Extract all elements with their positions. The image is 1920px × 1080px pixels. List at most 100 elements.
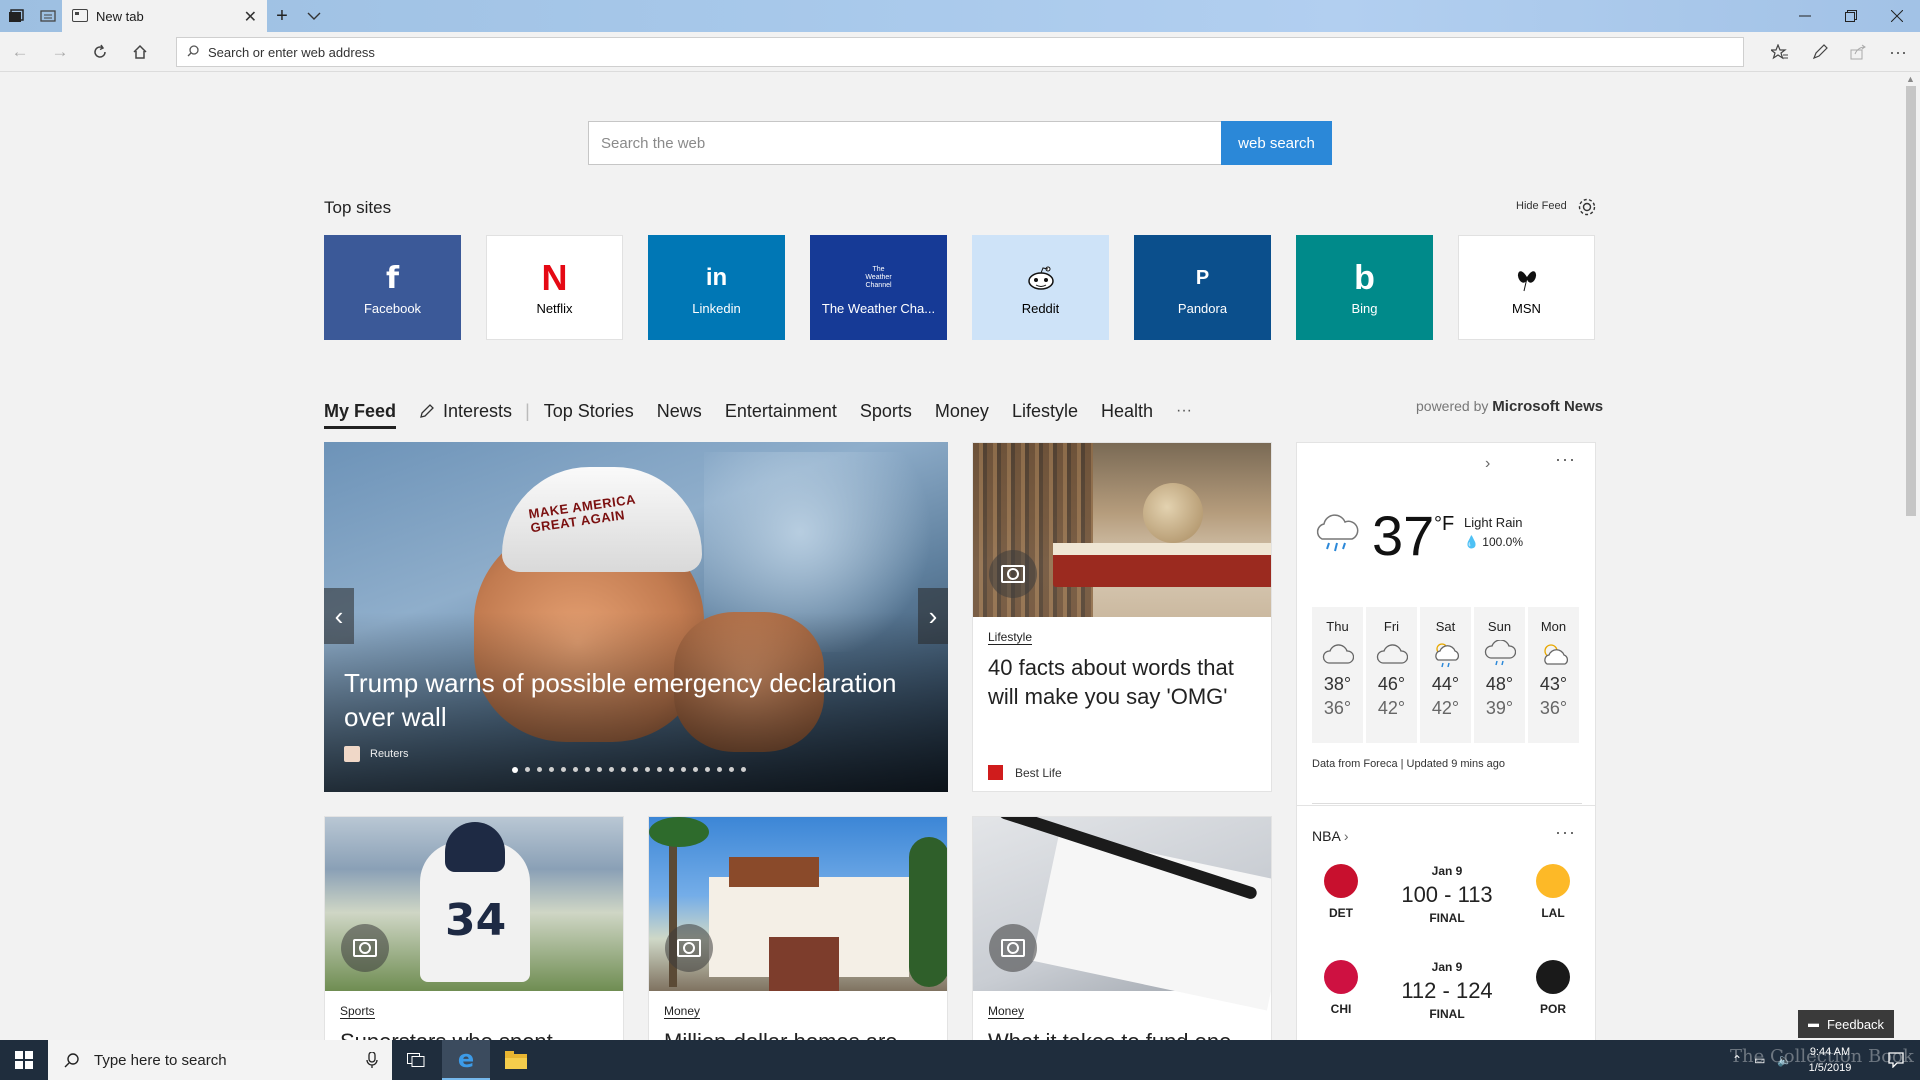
top-site-tile-msn[interactable]: MSN: [1458, 235, 1595, 340]
forecast-day-sat[interactable]: Sat 44° 42°: [1420, 607, 1471, 743]
forecast-day-mon[interactable]: Mon 43° 36°: [1528, 607, 1579, 743]
carousel-dot[interactable]: [645, 767, 650, 772]
article-card[interactable]: Money Million-dollar homes are...: [648, 816, 948, 1040]
feed-tab-money[interactable]: Money: [935, 401, 989, 422]
nba-scores-card[interactable]: NBA › ··· DET Jan 9 100 - 113 FINAL LAL CHI Ja…: [1296, 806, 1596, 1046]
feed-tab-entertainment[interactable]: Entertainment: [725, 401, 837, 422]
carousel-dot[interactable]: [585, 767, 590, 772]
carousel-dot[interactable]: [693, 767, 698, 772]
carousel-dot[interactable]: [525, 767, 530, 772]
article-title[interactable]: Million-dollar homes are...: [664, 1027, 934, 1040]
carousel-dot[interactable]: [609, 767, 614, 772]
microphone-icon[interactable]: [366, 1052, 378, 1068]
feed-tab-lifestyle[interactable]: Lifestyle: [1012, 401, 1078, 422]
carousel-dot[interactable]: [669, 767, 674, 772]
share-icon[interactable]: [1846, 40, 1870, 64]
feed-tab-more[interactable]: ···: [1176, 402, 1192, 420]
top-site-tile-the[interactable]: The Weather Channel The Weather Cha...: [810, 235, 947, 340]
article-title[interactable]: What it takes to fund one...: [988, 1027, 1258, 1040]
top-site-tile-linkedin[interactable]: in Linkedin: [648, 235, 785, 340]
feedback-button[interactable]: ▬ Feedback: [1798, 1010, 1894, 1038]
article-category[interactable]: Money: [988, 1004, 1025, 1019]
article-title[interactable]: Superstars who spent...: [340, 1027, 610, 1040]
home-icon[interactable]: [128, 40, 152, 64]
article-category[interactable]: Lifestyle: [988, 630, 1033, 645]
carousel-dot[interactable]: [573, 767, 578, 772]
feed-tab-sports[interactable]: Sports: [860, 401, 912, 422]
article-title[interactable]: 40 facts about words that will make you …: [988, 653, 1258, 711]
forecast-day-thu[interactable]: Thu 38° 36°: [1312, 607, 1363, 743]
edge-browser-icon[interactable]: e: [442, 1040, 490, 1080]
top-site-tile-netflix[interactable]: N Netflix: [486, 235, 623, 340]
address-bar[interactable]: Search or enter web address: [176, 37, 1744, 67]
article-card[interactable]: 34 Sports Superstars who spent...: [324, 816, 624, 1040]
carousel-dot[interactable]: [549, 767, 554, 772]
article-category[interactable]: Money: [664, 1004, 701, 1019]
carousel-next-icon[interactable]: ›: [918, 588, 948, 644]
nba-title[interactable]: NBA ›: [1312, 828, 1349, 844]
temperature-unit[interactable]: °F: [1434, 513, 1454, 536]
article-card[interactable]: Money What it takes to fund one...: [972, 816, 1272, 1040]
restore-button[interactable]: [1828, 0, 1874, 32]
top-site-tile-bing[interactable]: b Bing: [1296, 235, 1433, 340]
carousel-dot[interactable]: [729, 767, 734, 772]
carousel-dot[interactable]: [561, 767, 566, 772]
carousel-dot[interactable]: [633, 767, 638, 772]
top-site-tile-facebook[interactable]: f Facebook: [324, 235, 461, 340]
carousel-dot[interactable]: [681, 767, 686, 772]
carousel-dot[interactable]: [621, 767, 626, 772]
feed-tab-interests[interactable]: Interests: [419, 401, 512, 422]
feed-tab-my-feed[interactable]: My Feed: [324, 401, 397, 429]
task-view-icon[interactable]: [392, 1040, 440, 1080]
away-team[interactable]: LAL: [1523, 864, 1583, 920]
nba-more-icon[interactable]: ···: [1555, 822, 1576, 843]
weather-next-chevron-icon[interactable]: ›: [1485, 455, 1490, 473]
more-menu-icon[interactable]: ···: [1886, 40, 1910, 64]
forward-arrow-icon[interactable]: →: [48, 40, 72, 64]
top-site-tile-reddit[interactable]: Reddit: [972, 235, 1109, 340]
nba-game-row[interactable]: DET Jan 9 100 - 113 FINAL LAL: [1297, 864, 1597, 944]
top-site-tile-pandora[interactable]: P Pandora: [1134, 235, 1271, 340]
home-team[interactable]: CHI: [1311, 960, 1371, 1016]
tab-new-tab[interactable]: New tab ✕: [62, 0, 267, 32]
carousel-dot[interactable]: [537, 767, 542, 772]
nba-game-row[interactable]: CHI Jan 9 112 - 124 FINAL POR: [1297, 960, 1597, 1040]
web-search-button[interactable]: web search: [1221, 121, 1332, 165]
home-team[interactable]: DET: [1311, 864, 1371, 920]
tab-preview-chevron-icon[interactable]: [302, 5, 326, 27]
carousel-prev-icon[interactable]: ‹: [324, 588, 354, 644]
refresh-icon[interactable]: [88, 40, 112, 64]
article-card[interactable]: Lifestyle 40 facts about words that will…: [972, 442, 1272, 792]
forecast-day-fri[interactable]: Fri 46° 42°: [1366, 607, 1417, 743]
favorites-icon[interactable]: [1768, 40, 1792, 64]
feed-tab-health[interactable]: Health: [1101, 401, 1153, 422]
carousel-dot[interactable]: [705, 767, 710, 772]
powered-by-brand[interactable]: Microsoft News: [1492, 398, 1603, 415]
close-tab-icon[interactable]: ✕: [244, 7, 257, 27]
hero-headline[interactable]: Trump warns of possible emergency declar…: [344, 666, 924, 734]
gear-icon[interactable]: [1576, 196, 1598, 218]
article-category[interactable]: Sports: [340, 1004, 375, 1019]
web-search-input[interactable]: Search the web: [588, 121, 1222, 165]
taskbar-search-input[interactable]: Type here to search: [48, 1040, 392, 1080]
carousel-dot[interactable]: [512, 767, 518, 773]
carousel-dot[interactable]: [741, 767, 746, 772]
feed-tab-news[interactable]: News: [657, 401, 702, 422]
pen-annotate-icon[interactable]: [1808, 40, 1832, 64]
forecast-day-sun[interactable]: Sun 48° 39°: [1474, 607, 1525, 743]
tabs-aside-icon[interactable]: [36, 5, 60, 27]
scroll-up-icon[interactable]: ▲: [1906, 74, 1915, 84]
vertical-scrollbar[interactable]: ▲: [1902, 72, 1920, 1040]
windows-start-icon[interactable]: [0, 1040, 48, 1080]
weather-card[interactable]: › ··· 37 °F Light Rain 💧 100.0% Thu 38° 36…: [1296, 442, 1596, 806]
hide-feed-link[interactable]: Hide Feed: [1516, 200, 1567, 212]
new-tab-plus-icon[interactable]: +: [270, 5, 294, 27]
tab-actions-icon[interactable]: [4, 5, 28, 27]
close-window-button[interactable]: [1874, 0, 1920, 32]
carousel-dot[interactable]: [657, 767, 662, 772]
back-arrow-icon[interactable]: ←: [8, 40, 32, 64]
away-team[interactable]: POR: [1523, 960, 1583, 1016]
feed-tab-top-stories[interactable]: Top Stories: [544, 401, 634, 422]
carousel-dot[interactable]: [717, 767, 722, 772]
hero-carousel[interactable]: MAKE AMERICA GREAT AGAIN ‹ › Trump warns…: [324, 442, 948, 792]
